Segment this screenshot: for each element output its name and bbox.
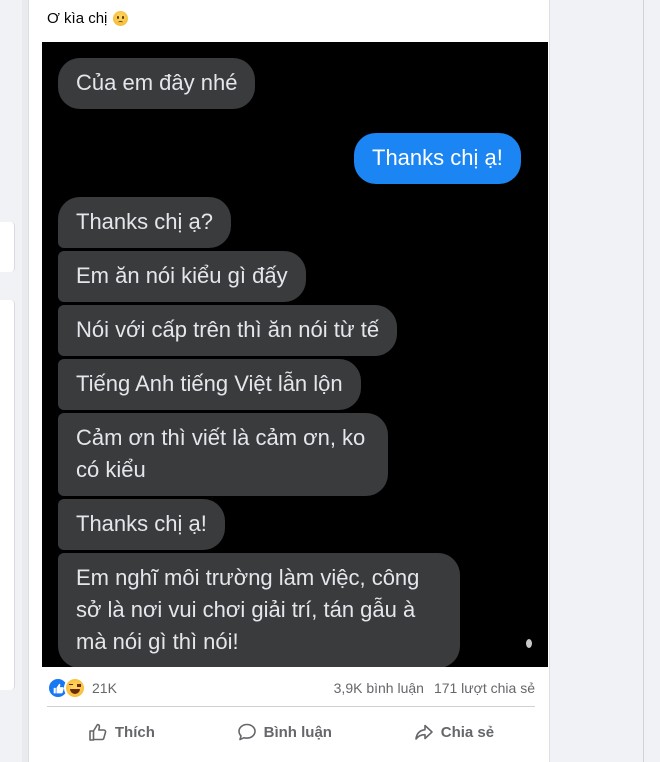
comment-bubble-icon [237, 722, 257, 742]
thumbs-up-icon [88, 722, 108, 742]
reactions-summary[interactable]: 21K [47, 677, 117, 699]
engagement-counts: 3,9K bình luận 171 lượt chia sẻ [334, 680, 535, 696]
comment-label: Bình luận [263, 723, 332, 741]
chat-screenshot: Của em đây nhé Thanks chị ạ! Thanks chị … [42, 42, 548, 667]
post-card: Ơ kìa chị Của em đây nhé Thanks chị ạ! T… [28, 0, 550, 762]
post-caption: Ơ kìa chị [47, 10, 129, 27]
message-bubble-incoming: Em nghĩ môi trường làm việc, công sở là … [58, 553, 460, 667]
share-label: Chia sẻ [440, 723, 495, 741]
share-button[interactable]: Chia sẻ [402, 718, 506, 746]
haha-reaction-icon [64, 677, 86, 699]
shares-count-link[interactable]: 171 lượt chia sẻ [434, 680, 535, 696]
message-bubble-incoming: Em ăn nói kiểu gì đấy [58, 251, 306, 302]
comment-button[interactable]: Bình luận [225, 718, 344, 746]
message-bubble-incoming: Thanks chị ạ? [58, 197, 231, 248]
caption-text: Ơ kìa chị [47, 10, 108, 27]
message-bubble-incoming: Tiếng Anh tiếng Việt lẫn lộn [58, 359, 361, 410]
left-panel-edge [0, 300, 15, 690]
reaction-count: 21K [92, 680, 117, 696]
post-actions-bar: Thích Bình luận Chia sẻ [47, 712, 535, 752]
left-page-margin [0, 0, 22, 762]
stats-divider [47, 706, 535, 707]
divider-line [643, 0, 644, 762]
reaction-icons [47, 677, 86, 699]
left-panel-edge [0, 222, 15, 272]
seen-indicator [526, 639, 532, 648]
message-bubble-incoming: Thanks chị ạ! [58, 499, 225, 550]
like-label: Thích [114, 723, 155, 741]
comments-count-link[interactable]: 3,9K bình luận [334, 680, 424, 696]
share-arrow-icon [414, 722, 434, 742]
message-bubble-incoming: Nói với cấp trên thì ăn nói từ tế [58, 305, 398, 356]
message-bubble-incoming: Của em đây nhé [58, 58, 256, 109]
post-stats: 21K 3,9K bình luận 171 lượt chia sẻ [47, 677, 535, 699]
right-page-margin [548, 0, 660, 762]
like-button[interactable]: Thích [76, 718, 167, 746]
tired-face-emoji-icon [113, 11, 129, 26]
message-bubble-incoming: Cảm ơn thì viết là cảm ơn, ko có kiểu [58, 413, 388, 496]
message-bubble-outgoing: Thanks chị ạ! [354, 133, 521, 184]
